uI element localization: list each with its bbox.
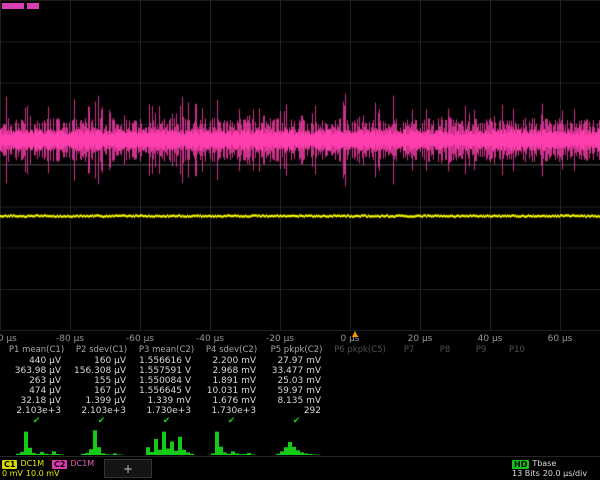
status-check-icon: ✔ (4, 416, 69, 427)
status-check-icon: ✔ (199, 416, 264, 427)
time-tick: -40 µs (196, 334, 224, 344)
status-check-icon: ✔ (134, 416, 199, 427)
histicon-p4[interactable] (207, 429, 263, 455)
measure-cell: 440 µV (4, 356, 69, 366)
measure-cell: 2.103e+3 (69, 406, 134, 416)
timebase-label: Tbase (532, 459, 556, 469)
measure-row-value: 440 µV 160 µV 1.556616 V 2.200 mV 27.97 … (4, 356, 600, 366)
histicon-row (4, 427, 596, 456)
measure-cell: 33.477 mV (264, 366, 329, 376)
status-check-icon: ✔ (264, 416, 329, 427)
c1-scale: 10.0 mV (26, 469, 60, 479)
histicon-p2[interactable] (77, 429, 133, 455)
c2-coupling: DC1M (70, 459, 94, 469)
measure-cell: 474 µV (4, 386, 69, 396)
measure-cell: 1.557591 V (134, 366, 199, 376)
measure-cell: 1.891 mV (199, 376, 264, 386)
param-header-p1[interactable]: P1 mean(C1) (4, 345, 69, 356)
measure-cell: 1.556616 V (134, 356, 199, 366)
measure-row-sdev: 32.18 µV 1.399 µV 1.339 mV 1.676 mV 8.13… (4, 396, 600, 406)
measure-cell: 2.200 mV (199, 356, 264, 366)
time-tick: -80 µs (56, 334, 84, 344)
measure-cell: 59.97 mV (264, 386, 329, 396)
c1-chip: C1 (2, 460, 17, 469)
annotation-block (27, 3, 39, 9)
param-header-p7[interactable]: P7 (391, 345, 427, 356)
measure-cell: 1.399 µV (69, 396, 134, 406)
measure-table: P1 mean(C1) P2 sdev(C1) P3 mean(C2) P4 s… (4, 345, 600, 426)
hd-badge: HD (512, 460, 529, 469)
measure-cell: 10.031 mV (199, 386, 264, 396)
channel-c2-descriptor[interactable]: C2 DC1M (52, 459, 94, 469)
c2-chip: C2 (52, 460, 67, 469)
param-header-p6[interactable]: P6 pkpk(C5) (329, 345, 391, 356)
histicon-p3[interactable] (142, 429, 198, 455)
status-check-icon: ✔ (69, 416, 134, 427)
measure-cell: 1.556645 V (134, 386, 199, 396)
measure-cell: 292 (264, 406, 329, 416)
c1-offset: 0 mV (2, 469, 23, 479)
measure-cell: 2.968 mV (199, 366, 264, 376)
top-left-annotation (2, 3, 39, 9)
time-tick: 40 µs (478, 334, 503, 344)
measure-row-mean: 363.98 µV 156.308 µV 1.557591 V 2.968 mV… (4, 366, 600, 376)
time-tick: -60 µs (126, 334, 154, 344)
oscilloscope-screen: -100 µs -80 µs -60 µs -40 µs -20 µs 0 µs… (0, 0, 600, 480)
time-axis: -100 µs -80 µs -60 µs -40 µs -20 µs 0 µs… (0, 330, 600, 346)
measure-cell: 363.98 µV (4, 366, 69, 376)
measure-cell: 156.308 µV (69, 366, 134, 376)
measure-cell: 1.730e+3 (134, 406, 199, 416)
time-tick: -100 µs (0, 334, 17, 344)
param-header-p9[interactable]: P9 (463, 345, 499, 356)
measure-cell: 1.550084 V (134, 376, 199, 386)
measure-cell: 32.18 µV (4, 396, 69, 406)
measure-cell: 155 µV (69, 376, 134, 386)
channel-c1-descriptor[interactable]: C1 DC1M 0 mV 10.0 mV (2, 459, 60, 479)
measure-header-row: P1 mean(C1) P2 sdev(C1) P3 mean(C2) P4 s… (4, 345, 600, 356)
measure-row-min: 263 µV 155 µV 1.550084 V 1.891 mV 25.03 … (4, 376, 600, 386)
time-tick: 60 µs (548, 334, 573, 344)
timebase-bits: 13 Bits (512, 469, 540, 479)
measure-cell: 8.135 mV (264, 396, 329, 406)
histicon-p1[interactable] (12, 429, 68, 455)
time-tick: -20 µs (266, 334, 294, 344)
param-header-p2[interactable]: P2 sdev(C1) (69, 345, 134, 356)
plot-area[interactable] (0, 0, 600, 330)
c1-coupling: DC1M (20, 459, 44, 469)
measure-cell: 160 µV (69, 356, 134, 366)
param-header-p5[interactable]: P5 pkpk(C2) (264, 345, 329, 356)
descriptor-bar: C1 DC1M 0 mV 10.0 mV C2 DC1M + HD Tbase … (0, 456, 600, 480)
histicon-p5[interactable] (272, 429, 328, 455)
add-channel-button[interactable]: + (104, 459, 152, 478)
trigger-position-icon[interactable]: ▲ (352, 330, 358, 338)
param-header-p3[interactable]: P3 mean(C2) (134, 345, 199, 356)
annotation-block (2, 3, 24, 9)
timebase-descriptor[interactable]: HD Tbase 13 Bits 20.0 µs/div (512, 459, 600, 479)
param-header-p4[interactable]: P4 sdev(C2) (199, 345, 264, 356)
param-header-p8[interactable]: P8 (427, 345, 463, 356)
measure-row-max: 474 µV 167 µV 1.556645 V 10.031 mV 59.97… (4, 386, 600, 396)
waveform-canvas (0, 0, 600, 330)
measure-status-row: ✔ ✔ ✔ ✔ ✔ (4, 416, 600, 426)
measure-cell: 1.676 mV (199, 396, 264, 406)
time-tick: 20 µs (408, 334, 433, 344)
measure-cell: 1.339 mV (134, 396, 199, 406)
measure-cell: 25.03 mV (264, 376, 329, 386)
measure-row-num: 2.103e+3 2.103e+3 1.730e+3 1.730e+3 292 (4, 406, 600, 416)
param-header-p10[interactable]: P10 (499, 345, 535, 356)
measure-cell: 27.97 mV (264, 356, 329, 366)
measure-cell: 167 µV (69, 386, 134, 396)
measure-cell: 263 µV (4, 376, 69, 386)
measure-cell: 2.103e+3 (4, 406, 69, 416)
measure-cell: 1.730e+3 (199, 406, 264, 416)
timebase-scale: 20.0 µs/div (543, 469, 587, 479)
